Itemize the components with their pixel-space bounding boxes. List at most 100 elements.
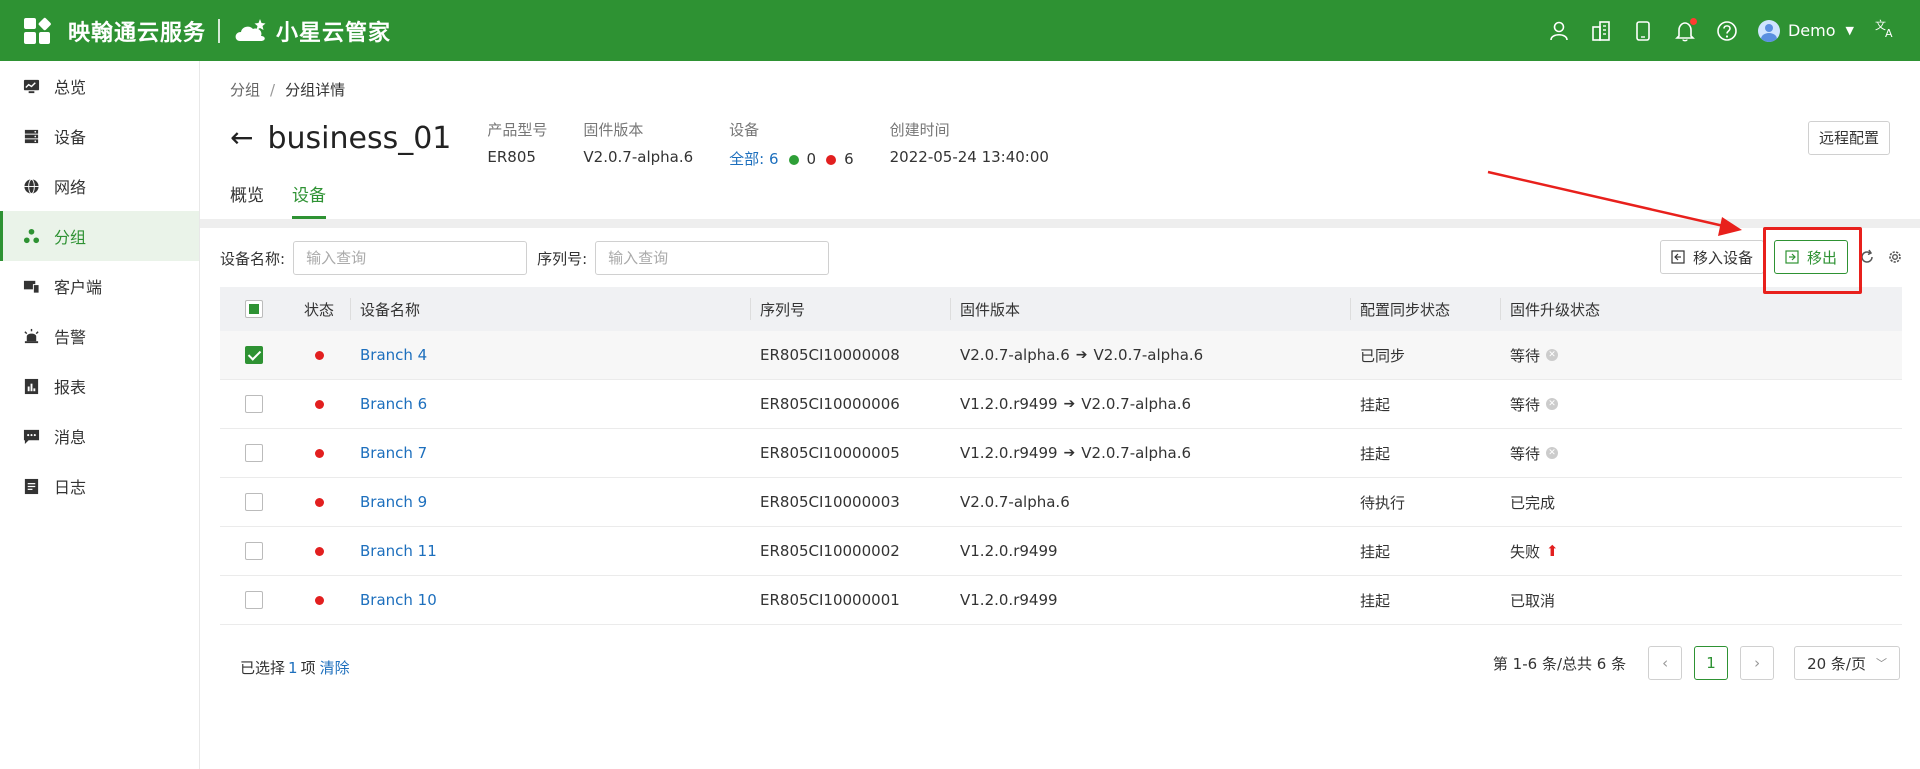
bell-icon[interactable]	[1674, 17, 1697, 42]
meta-devices: 设备 全部: 6 0 6	[729, 119, 853, 169]
cancel-upgrade-icon[interactable]: ✕	[1546, 398, 1559, 410]
sidebar-item-overview[interactable]: 总览	[0, 61, 199, 111]
device-name-cell: Branch 6	[350, 380, 750, 429]
upgrade-status-text: 等待	[1510, 395, 1541, 414]
row-checkbox[interactable]	[245, 395, 263, 413]
table-row[interactable]: Branch 6 ER805CI10000006 V1.2.0.r9499 ➔ V2…	[220, 380, 1902, 429]
device-name-link[interactable]: Branch 7	[360, 444, 427, 462]
table-row[interactable]: Branch 11 ER805CI10000002 V1.2.0.r9499 挂…	[220, 527, 1902, 576]
col-device-name[interactable]: 设备名称	[350, 287, 750, 331]
tab-overview[interactable]: 概览	[230, 181, 264, 219]
row-select-cell	[220, 478, 288, 527]
row-checkbox[interactable]	[245, 591, 263, 609]
device-all-label[interactable]: 全部:	[729, 150, 764, 168]
device-name-link[interactable]: Branch 10	[360, 591, 437, 609]
next-page-button[interactable]: ›	[1740, 646, 1775, 680]
clear-selection-link[interactable]: 清除	[320, 659, 350, 677]
breadcrumb-parent[interactable]: 分组	[230, 81, 260, 99]
offline-status-dot	[314, 399, 324, 409]
device-name-link[interactable]: Branch 4	[360, 346, 427, 364]
row-checkbox[interactable]	[245, 542, 263, 560]
back-arrow-icon[interactable]: ←	[230, 121, 253, 154]
move-in-button[interactable]: 移入设备	[1659, 240, 1764, 274]
firmware-from: V1.2.0.r9499	[960, 444, 1058, 462]
firmware-to: V2.0.7-alpha.6	[1081, 395, 1192, 413]
client-icon	[22, 277, 40, 295]
page-size-select[interactable]: 20 条/页 ﹀	[1794, 646, 1900, 680]
page-size-value: 20 条/页	[1807, 654, 1866, 673]
remote-config-button[interactable]: 远程配置	[1807, 121, 1890, 155]
device-name-link[interactable]: Branch 9	[360, 493, 427, 511]
serial-number-cell: ER805CI10000003	[760, 493, 900, 511]
sidebar-item-alarms[interactable]: 告警	[0, 311, 199, 361]
sidebar-item-groups[interactable]: 分组	[0, 211, 199, 261]
device-name-cell: Branch 10	[350, 576, 750, 625]
serial-number-cell: ER805CI10000002	[760, 542, 900, 560]
table-row[interactable]: Branch 10 ER805CI10000001 V1.2.0.r9499 挂…	[220, 576, 1902, 625]
firmware-to: V2.0.7-alpha.6	[1093, 346, 1204, 364]
globe-icon	[22, 177, 40, 195]
user-outline-icon[interactable]	[1548, 20, 1570, 42]
user-menu[interactable]: Demo ▼	[1757, 19, 1854, 42]
sidebar-item-label: 报表	[54, 378, 87, 397]
user-name: Demo	[1787, 21, 1836, 40]
firmware-from: V1.2.0.r9499	[960, 591, 1058, 609]
firmware-from: V2.0.7-alpha.6	[960, 346, 1070, 364]
meta-value: ER805	[487, 148, 536, 166]
app-grid-icon[interactable]	[24, 16, 51, 44]
device-name-cell: Branch 4	[350, 331, 750, 380]
brand-name: 映翰通云服务	[68, 20, 207, 46]
section-divider	[200, 219, 1920, 228]
title-row: ← business_01 产品型号 ER805 固件版本 V2.0.7-alp…	[230, 119, 1049, 169]
sidebar-item-clients[interactable]: 客户端	[0, 261, 199, 311]
cancel-upgrade-icon[interactable]: ✕	[1546, 349, 1559, 361]
sidebar-item-reports[interactable]: 报表	[0, 361, 199, 411]
row-checkbox[interactable]	[245, 493, 263, 511]
page-button-current[interactable]: 1	[1694, 646, 1729, 680]
tab-bar: 概览 设备	[230, 181, 354, 219]
message-icon	[22, 427, 40, 445]
sidebar-item-devices[interactable]: 设备	[0, 111, 199, 161]
upgrade-status-text: 已完成	[1510, 493, 1556, 512]
building-icon[interactable]	[1590, 20, 1612, 42]
prev-page-button[interactable]: ‹	[1648, 646, 1683, 680]
sidebar-item-label: 消息	[54, 428, 87, 447]
table-row[interactable]: Branch 9 ER805CI10000003 V2.0.7-alpha.6 …	[220, 478, 1902, 527]
upgrade-status-cell: 等待 ✕	[1500, 429, 1902, 478]
config-sync-cell: 待执行	[1360, 493, 1406, 512]
table-header: 状态 设备名称 序列号 固件版本 配置同步状态 固件升级状态	[220, 287, 1902, 331]
upgrade-status-text: 失败	[1510, 542, 1541, 561]
alarm-icon	[22, 327, 40, 345]
meta-created: 创建时间 2022-05-24 13:40:00	[890, 119, 1049, 166]
row-checkbox[interactable]	[245, 346, 263, 364]
sidebar-item-label: 分组	[54, 228, 87, 247]
sidebar-item-network[interactable]: 网络	[0, 161, 199, 211]
device-name-label: 设备名称:	[220, 249, 286, 268]
meta-label: 创建时间	[889, 121, 950, 139]
retry-upgrade-icon[interactable]: ⬆	[1546, 542, 1559, 560]
tablet-icon[interactable]	[1632, 20, 1654, 42]
tab-devices[interactable]: 设备	[292, 181, 326, 219]
row-checkbox[interactable]	[245, 444, 263, 462]
device-name-link[interactable]: Branch 6	[360, 395, 427, 413]
arrow-right-icon: ➔	[1063, 445, 1076, 461]
device-name-input[interactable]	[293, 241, 528, 275]
sidebar-item-label: 客户端	[54, 278, 103, 297]
device-name-cell: Branch 9	[350, 478, 750, 527]
arrow-right-icon: ➔	[1063, 396, 1076, 412]
translate-icon[interactable]: 文A	[1874, 17, 1896, 44]
table-row[interactable]: Branch 7 ER805CI10000005 V1.2.0.r9499 ➔ V2…	[220, 429, 1902, 478]
device-all-count[interactable]: 6	[769, 150, 779, 168]
cancel-upgrade-icon[interactable]: ✕	[1546, 447, 1559, 459]
sidebar-item-label: 网络	[54, 178, 87, 197]
sidebar-item-logs[interactable]: 日志	[0, 461, 199, 511]
help-icon[interactable]	[1716, 20, 1738, 42]
table-row[interactable]: Branch 4 ER805CI10000008 V2.0.7-alpha.6 ➔…	[220, 331, 1902, 380]
settings-gear-icon[interactable]	[1886, 248, 1904, 266]
device-name-link[interactable]: Branch 11	[360, 542, 437, 560]
sidebar-item-messages[interactable]: 消息	[0, 411, 199, 461]
offline-status-dot	[314, 497, 324, 507]
select-all-checkbox[interactable]	[245, 300, 263, 318]
serial-number-input[interactable]	[595, 241, 830, 275]
page-title: business_01	[267, 121, 452, 156]
